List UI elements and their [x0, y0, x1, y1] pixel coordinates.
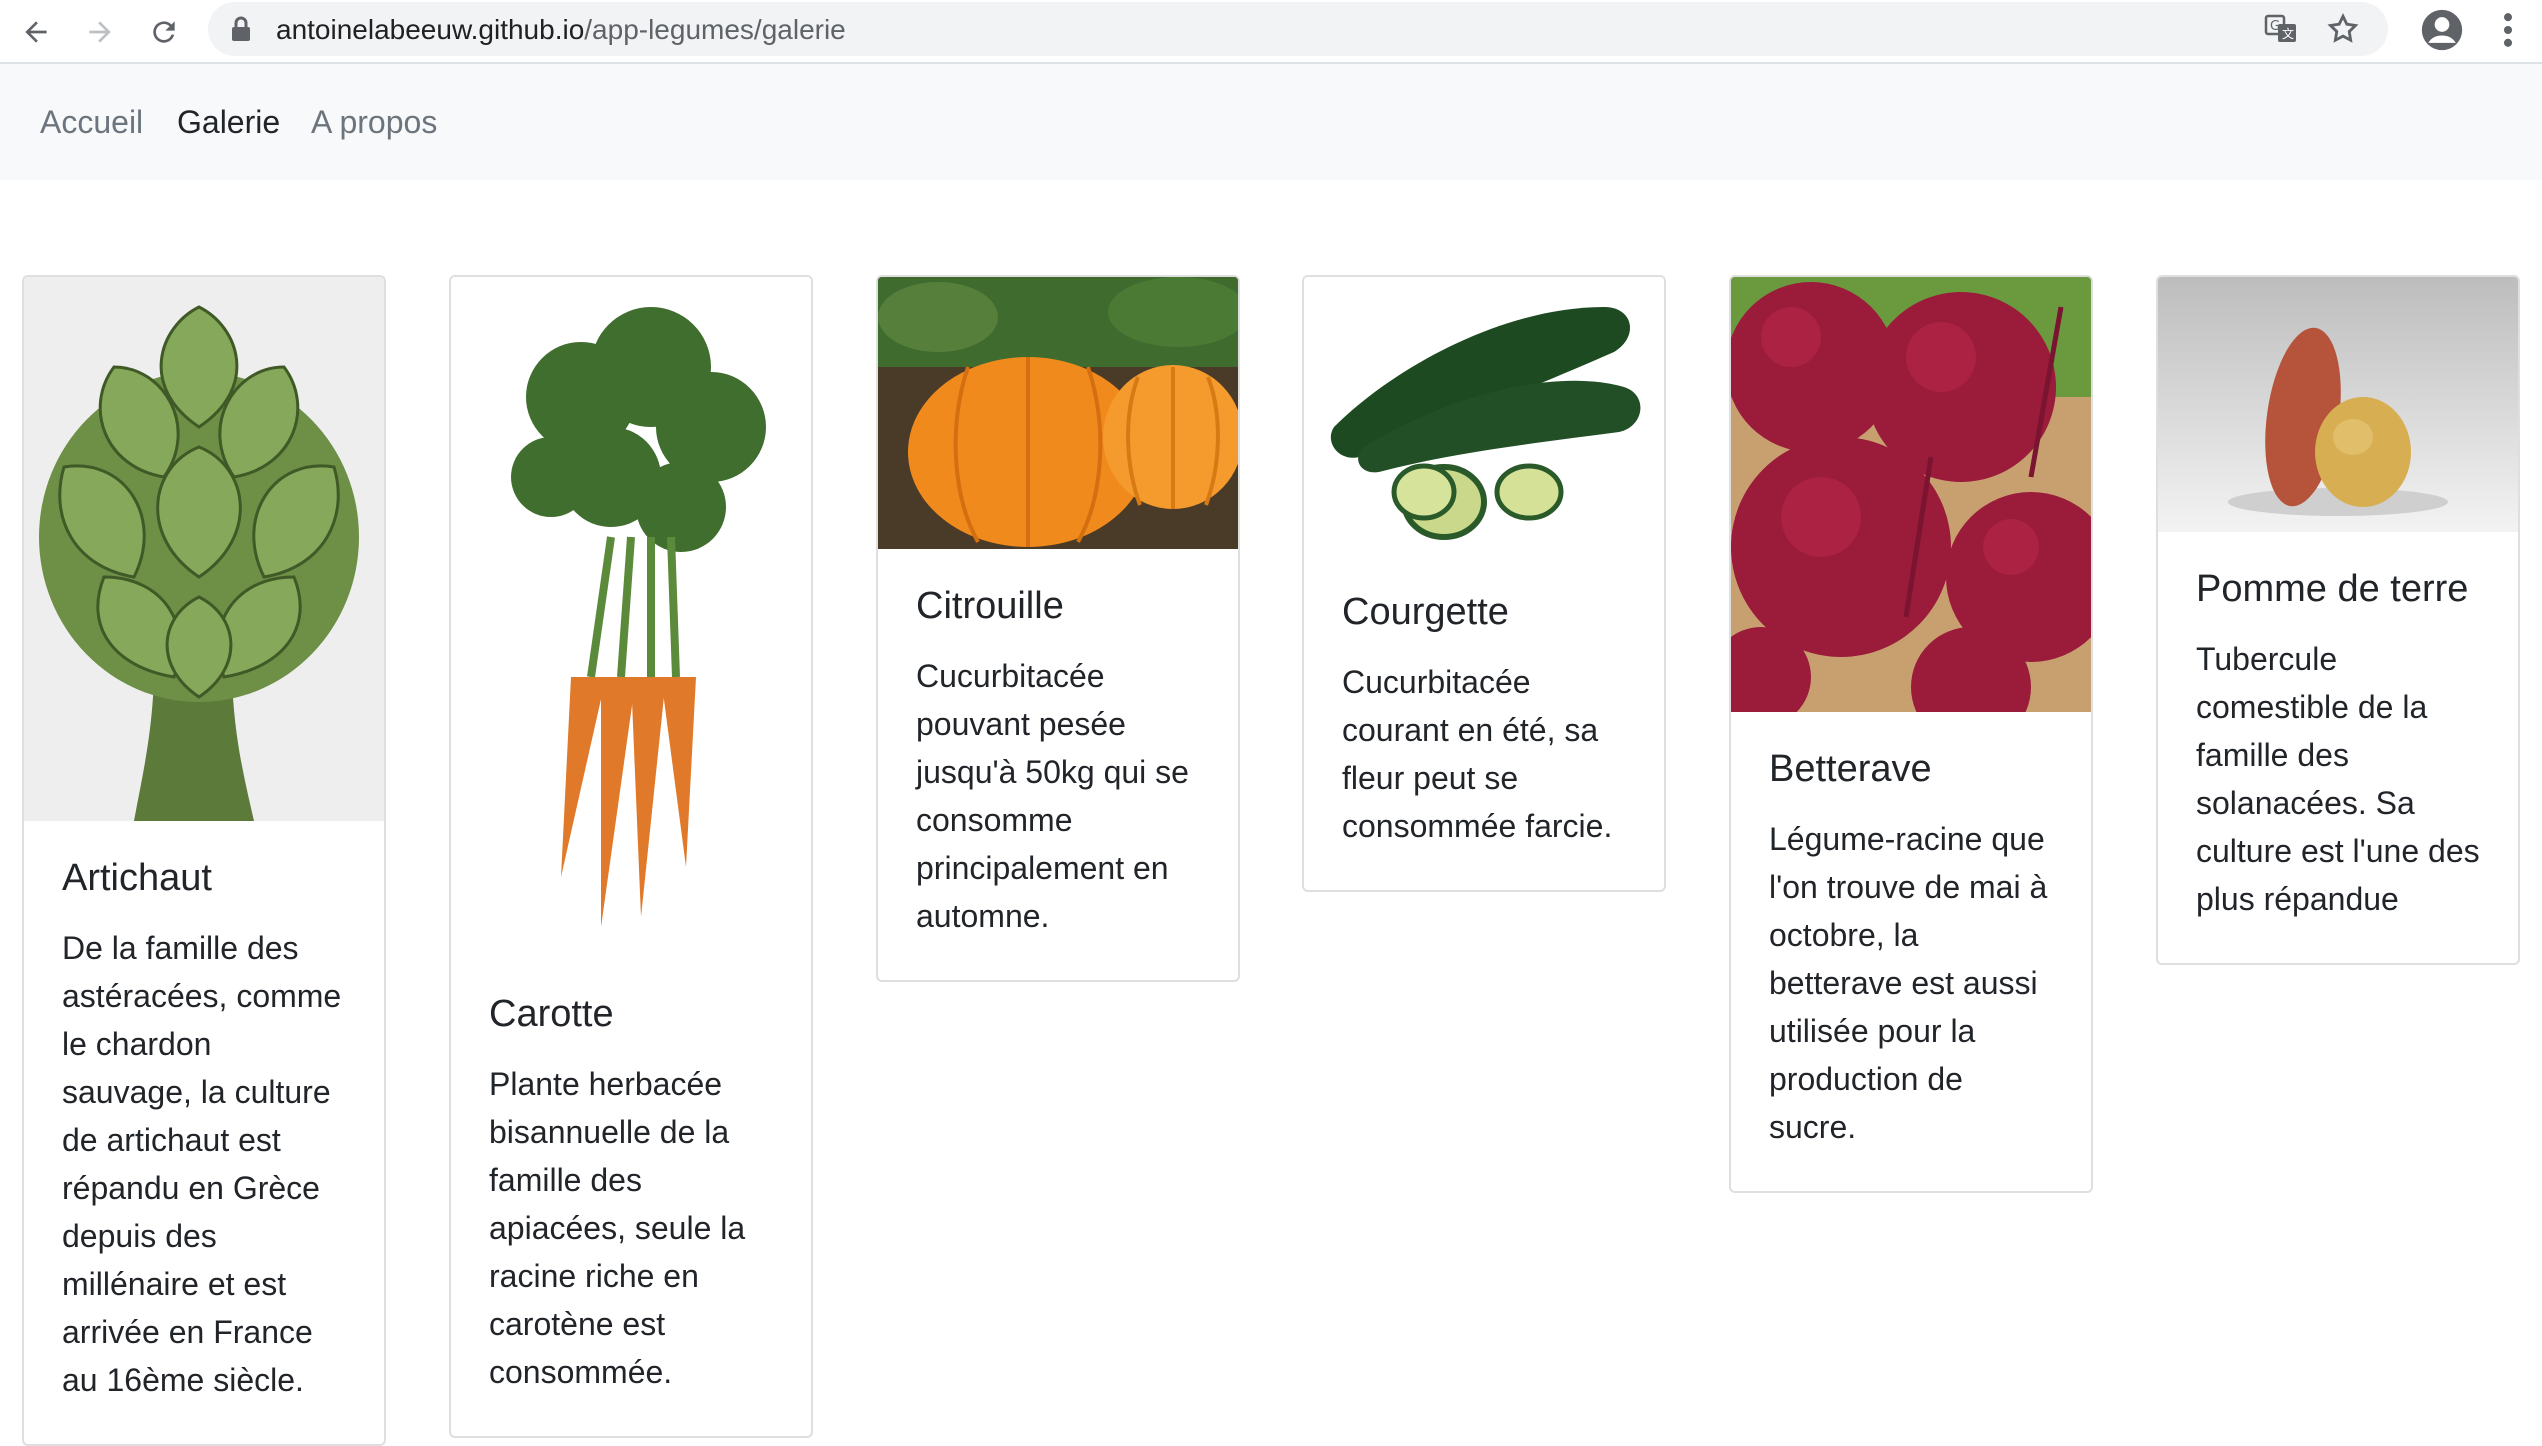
star-icon[interactable]: [2326, 12, 2360, 46]
arrow-left-icon: [25, 21, 47, 43]
reload-button[interactable]: [142, 10, 186, 54]
card-courgette: Courgette Cucurbitacée courant en été, s…: [1302, 275, 1666, 892]
address-bar[interactable]: antoinelabeeuw.github.io/app-legumes/gal…: [208, 2, 2388, 56]
url-host: antoinelabeeuw.github.io: [276, 14, 585, 45]
card-text: Cucurbitacée courant en été, sa fleur pe…: [1342, 664, 1613, 844]
potatoes-image: [2158, 277, 2518, 532]
card-title: Carotte: [489, 993, 614, 1035]
card-text: De la famille des astéracées, comme le c…: [62, 930, 342, 1398]
card-artichaut: Artichaut De la famille des astéracées, …: [22, 275, 386, 1446]
card-pomme-de-terre: Pomme de terre Tubercule comestible de l…: [2156, 275, 2520, 965]
card-title: Pomme de terre: [2196, 568, 2469, 610]
more-vert-icon[interactable]: [2490, 8, 2526, 52]
svg-text:文: 文: [2282, 26, 2294, 41]
back-button[interactable]: [14, 10, 58, 54]
translate-icon[interactable]: G文: [2264, 12, 2298, 46]
card-text: Légume-racine que l'on trouve de mai à o…: [1769, 821, 2048, 1145]
browser-toolbar: antoinelabeeuw.github.io/app-legumes/gal…: [0, 0, 2542, 64]
site-navbar: Accueil Galerie A propos: [0, 64, 2542, 180]
pumpkins-image: [878, 277, 1238, 549]
card-text: Plante herbacée bisannuelle de la famill…: [489, 1066, 746, 1390]
card-title: Artichaut: [62, 857, 212, 899]
beets-image: [1731, 277, 2091, 712]
nav-link-galerie[interactable]: Galerie: [177, 104, 280, 141]
arrow-right-icon: [89, 21, 111, 43]
artichoke-image: [24, 277, 384, 821]
zucchini-image: [1304, 277, 1664, 555]
card-carotte: Carotte Plante herbacée bisannuelle de l…: [449, 275, 813, 1438]
card-text: Cucurbitacée pouvant pesée jusqu'à 50kg …: [916, 658, 1189, 934]
card-title: Citrouille: [916, 585, 1064, 627]
card-text: Tubercule comestible de la famille des s…: [2196, 641, 2480, 917]
card-title: Betterave: [1769, 748, 1932, 790]
forward-button[interactable]: [78, 10, 122, 54]
lock-icon: [232, 16, 250, 41]
carrots-image: [451, 277, 811, 957]
card-title: Courgette: [1342, 591, 1509, 633]
card-citrouille: Citrouille Cucurbitacée pouvant pesée ju…: [876, 275, 1240, 982]
nav-link-a-propos[interactable]: A propos: [311, 104, 437, 141]
url-path: /app-legumes/galerie: [584, 14, 846, 45]
card-betterave: Betterave Légume-racine que l'on trouve …: [1729, 275, 2093, 1193]
reload-icon: [153, 21, 175, 43]
nav-link-accueil[interactable]: Accueil: [40, 104, 143, 141]
profile-icon[interactable]: [2420, 8, 2464, 52]
url-text: antoinelabeeuw.github.io/app-legumes/gal…: [276, 14, 846, 46]
